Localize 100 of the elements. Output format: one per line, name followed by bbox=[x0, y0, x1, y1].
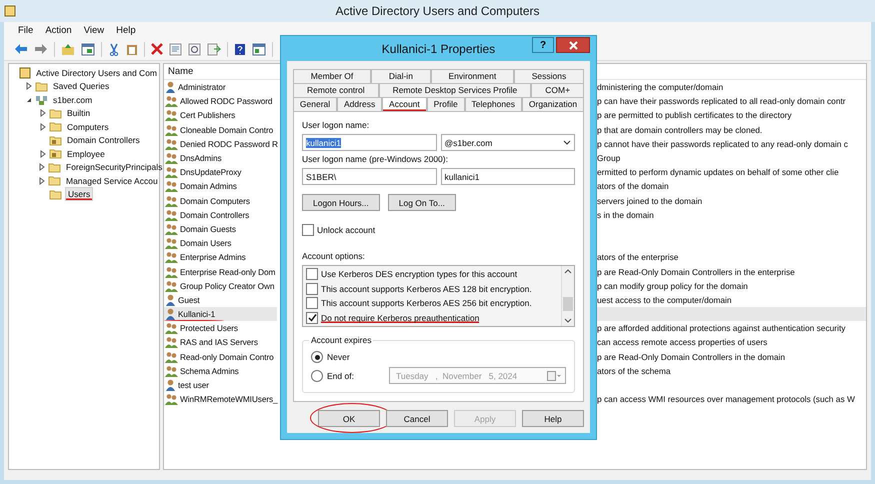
tab[interactable]: Remote control bbox=[293, 83, 379, 97]
tab[interactable]: Environment bbox=[430, 69, 514, 83]
tree-item[interactable]: Saved Queries bbox=[51, 80, 112, 92]
tree-item[interactable]: Users bbox=[65, 187, 94, 202]
tab[interactable]: Sessions bbox=[514, 69, 584, 83]
list-item[interactable]: Allowed RODC Password bbox=[164, 94, 277, 108]
object-description: s in the domain bbox=[596, 208, 655, 222]
group-icon bbox=[165, 393, 178, 406]
tab[interactable]: Account bbox=[382, 97, 427, 111]
list-item[interactable]: Protected Users bbox=[164, 321, 277, 336]
list-item[interactable]: Guest bbox=[164, 292, 277, 307]
dialog-button[interactable]: OK bbox=[318, 410, 380, 427]
list-item[interactable]: Schema Admins bbox=[164, 364, 277, 378]
scroll-down-icon[interactable] bbox=[564, 318, 572, 323]
domain-prefix-field[interactable]: S1BER\ bbox=[302, 168, 436, 185]
tree-item[interactable]: Employee bbox=[65, 148, 107, 160]
list-item[interactable]: Read-only Domain Contro bbox=[164, 350, 277, 364]
window-title: Active Directory Users and Computers bbox=[335, 4, 540, 18]
list-item[interactable]: Kullanici-1 bbox=[164, 307, 277, 322]
tree-item[interactable]: s1ber.com bbox=[51, 94, 94, 106]
tab[interactable]: General bbox=[293, 97, 338, 111]
export-icon[interactable] bbox=[207, 42, 221, 56]
close-button[interactable] bbox=[556, 37, 590, 53]
dialog-button[interactable]: Cancel bbox=[386, 410, 448, 427]
console-tree-icon[interactable] bbox=[81, 42, 95, 56]
list-item[interactable]: Domain Admins bbox=[164, 179, 277, 194]
menu-item[interactable]: File bbox=[18, 24, 34, 36]
tree-item[interactable]: Builtin bbox=[65, 107, 92, 120]
checkbox[interactable] bbox=[306, 282, 318, 295]
properties-icon[interactable] bbox=[169, 42, 182, 56]
group-icon bbox=[165, 322, 178, 334]
checkbox[interactable] bbox=[306, 297, 318, 310]
expand-arrow-icon[interactable] bbox=[40, 109, 46, 118]
action-button[interactable]: Logon Hours... bbox=[302, 194, 380, 211]
domain-dropdown[interactable]: @s1ber.com bbox=[440, 134, 575, 151]
pre2000-name-field[interactable]: kullanici1 bbox=[440, 168, 575, 185]
tab[interactable]: Dial-in bbox=[371, 69, 431, 83]
tab[interactable]: COM+ bbox=[531, 83, 584, 97]
expand-arrow-icon[interactable] bbox=[40, 122, 46, 131]
tab[interactable]: Remote Desktop Services Profile bbox=[378, 83, 532, 97]
tab[interactable]: Member Of bbox=[293, 69, 372, 83]
tree-item[interactable]: Domain Controllers bbox=[65, 134, 142, 146]
delete-icon[interactable] bbox=[151, 43, 163, 55]
list-item[interactable]: Enterprise Read-only Dom bbox=[164, 264, 277, 279]
tree-item[interactable]: Active Directory Users and Com bbox=[34, 66, 159, 79]
expand-arrow-icon[interactable] bbox=[40, 150, 46, 158]
list-item[interactable]: Cloneable Domain Contro bbox=[164, 122, 277, 137]
list-item[interactable]: DnsUpdateProxy bbox=[164, 165, 277, 180]
list-item[interactable]: Group Policy Creator Own bbox=[164, 278, 277, 293]
logon-name-field[interactable]: kullanici1 bbox=[302, 134, 436, 151]
checkbox[interactable] bbox=[302, 224, 314, 236]
list-item[interactable]: Domain Guests bbox=[164, 222, 277, 236]
scrollbar[interactable] bbox=[561, 266, 574, 326]
scroll-up-icon[interactable] bbox=[564, 269, 572, 274]
help-button[interactable]: ? bbox=[532, 37, 554, 53]
expand-arrow-icon[interactable] bbox=[39, 176, 45, 185]
scissors-icon[interactable] bbox=[108, 42, 120, 56]
refresh-icon[interactable] bbox=[188, 42, 201, 56]
user-icon bbox=[165, 308, 176, 320]
tab[interactable]: Address bbox=[337, 97, 382, 111]
tree-item[interactable]: Computers bbox=[65, 120, 111, 133]
list-item[interactable]: DnsAdmins bbox=[164, 151, 277, 166]
back-arrow-icon[interactable] bbox=[14, 43, 28, 55]
collapse-arrow-icon[interactable] bbox=[26, 96, 32, 103]
checkbox[interactable] bbox=[306, 268, 318, 280]
checkbox-label: Do not require Kerberos preauthentication bbox=[321, 312, 480, 323]
action-button[interactable]: Log On To... bbox=[388, 194, 456, 211]
radio-button[interactable] bbox=[311, 370, 323, 382]
list-item[interactable]: test user bbox=[164, 378, 277, 392]
list-item[interactable]: Enterprise Admins bbox=[164, 250, 277, 264]
dialog-button[interactable]: Help bbox=[522, 410, 584, 427]
menu-item[interactable]: Action bbox=[45, 24, 72, 36]
tree-item[interactable]: ForeignSecurityPrincipals bbox=[64, 161, 164, 174]
checkbox[interactable] bbox=[306, 312, 318, 324]
clipboard-icon[interactable] bbox=[126, 42, 138, 56]
list-item[interactable]: Domain Controllers bbox=[164, 208, 277, 222]
tab[interactable]: Organization bbox=[522, 97, 584, 111]
tab[interactable]: Profile bbox=[426, 97, 465, 111]
list-item[interactable]: Cert Publishers bbox=[164, 108, 277, 122]
group-icon bbox=[165, 336, 178, 348]
forward-arrow-icon[interactable] bbox=[34, 43, 48, 55]
menu-item[interactable]: View bbox=[84, 24, 104, 36]
list-item[interactable]: RAS and IAS Servers bbox=[164, 335, 277, 350]
folder-icon bbox=[35, 80, 48, 92]
list-item[interactable]: Denied RODC Password R bbox=[164, 136, 277, 151]
expand-arrow-icon[interactable] bbox=[39, 163, 45, 172]
list-item[interactable]: Domain Computers bbox=[164, 194, 277, 208]
expand-arrow-icon[interactable] bbox=[26, 82, 32, 90]
help-icon[interactable] bbox=[234, 42, 246, 56]
show-pane-icon[interactable] bbox=[252, 42, 266, 56]
list-item[interactable]: Administrator bbox=[164, 80, 277, 94]
user-icon bbox=[165, 294, 176, 306]
column-header[interactable]: Name bbox=[164, 66, 284, 77]
menu-item[interactable]: Help bbox=[116, 24, 136, 36]
radio-button[interactable] bbox=[311, 351, 323, 363]
list-item[interactable]: WinRMRemoteWMIUsers_ bbox=[164, 392, 277, 406]
tree-item[interactable]: Managed Service Accou bbox=[64, 174, 160, 187]
list-item[interactable]: Domain Users bbox=[164, 236, 277, 250]
tab[interactable]: Telephones bbox=[464, 97, 522, 111]
folder-up-icon[interactable] bbox=[61, 42, 75, 56]
